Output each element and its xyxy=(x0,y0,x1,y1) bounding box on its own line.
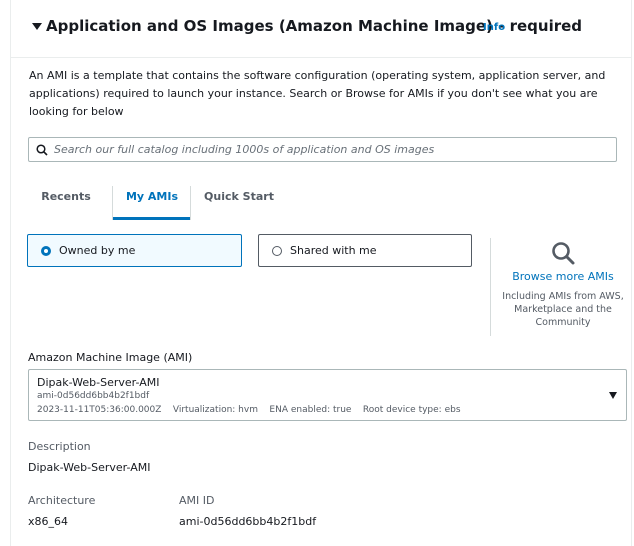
tab-recents[interactable]: Recents xyxy=(29,180,103,217)
ami-tabs: Recents My AMIs Quick Start xyxy=(29,180,459,220)
vertical-divider xyxy=(490,238,491,336)
browse-more-amis: Browse more AMIs Including AMIs from AWS… xyxy=(499,238,627,329)
expand-caret-icon[interactable] xyxy=(32,23,42,30)
ami-id-small: ami-0d56dd6bb4b2f1bdf xyxy=(37,391,150,401)
radio-unselected-icon[interactable] xyxy=(272,245,282,256)
description-value: Dipak-Web-Server-AMI xyxy=(28,461,151,474)
ami-name: Dipak-Web-Server-AMI xyxy=(37,376,160,389)
section-description: An AMI is a template that contains the s… xyxy=(29,69,606,118)
architecture-label: Architecture xyxy=(28,494,96,507)
chevron-down-icon[interactable] xyxy=(609,392,617,399)
browse-note: Including AMIs from AWS, Marketplace and… xyxy=(502,291,624,328)
ami-metadata: 2023-11-11T05:36:00.000Z Virtualization:… xyxy=(37,405,461,415)
section-header[interactable]: Application and OS Images (Amazon Machin… xyxy=(11,0,631,58)
tab-quick-start[interactable]: Quick Start xyxy=(197,180,281,217)
ami-ena: ENA enabled: true xyxy=(269,405,352,415)
radio-owned-by-me[interactable]: Owned by me xyxy=(27,234,242,267)
ami-virtualization: Virtualization: hvm xyxy=(172,405,258,415)
ami-select-label: Amazon Machine Image (AMI) xyxy=(28,351,193,364)
ami-dropdown[interactable]: Dipak-Web-Server-AMI ami-0d56dd6bb4b2f1b… xyxy=(28,369,627,421)
ami-created: 2023-11-11T05:36:00.000Z xyxy=(37,405,162,415)
tab-divider xyxy=(190,186,191,220)
browse-more-amis-link[interactable]: Browse more AMIs xyxy=(499,270,627,283)
ami-id-label: AMI ID xyxy=(179,494,215,507)
radio-label: Shared with me xyxy=(290,244,377,257)
search-icon[interactable] xyxy=(550,240,576,266)
search-icon xyxy=(36,143,48,156)
ami-search-input[interactable] xyxy=(54,143,594,156)
radio-label: Owned by me xyxy=(59,244,136,257)
description-label: Description xyxy=(28,440,91,453)
info-link[interactable]: Info xyxy=(483,22,505,33)
architecture-value: x86_64 xyxy=(28,515,69,528)
tab-my-amis[interactable]: My AMIs xyxy=(113,180,191,220)
ami-section-panel: Application and OS Images (Amazon Machin… xyxy=(10,0,632,546)
ami-id-value: ami-0d56dd6bb4b2f1bdf xyxy=(179,515,317,528)
ami-root-device: Root device type: ebs xyxy=(362,405,461,415)
radio-selected-icon[interactable] xyxy=(41,245,51,256)
radio-shared-with-me[interactable]: Shared with me xyxy=(258,234,472,267)
ami-search-box[interactable] xyxy=(28,137,617,162)
